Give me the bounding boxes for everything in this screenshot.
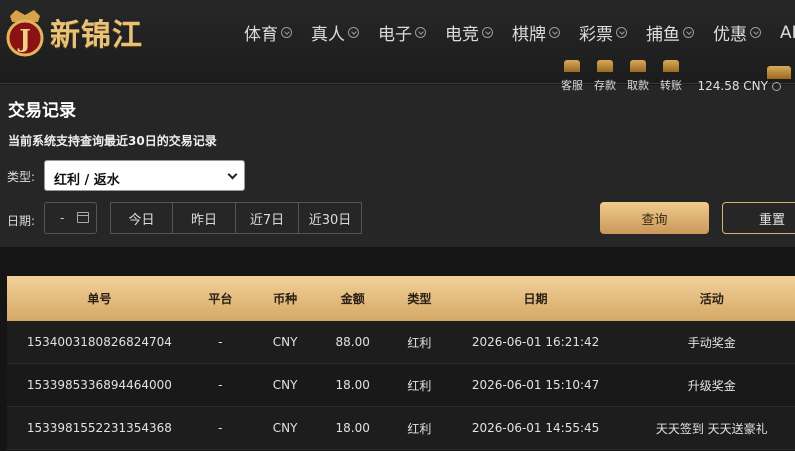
page-subtitle: 当前系统支持查询最近30日的交易记录 [8, 134, 217, 148]
range-today-button[interactable]: 今日 [110, 202, 173, 234]
cell-platform: - [218, 378, 223, 392]
quick-label: 转账 [660, 79, 682, 92]
balance-bar-icon [767, 66, 791, 79]
table-body: 1534003180826824704 - CNY 88.00 红利 2026-… [7, 321, 795, 450]
column-header: 类型 [407, 292, 432, 306]
quick-actions: 客服 存款 取款 转账 124.58 CNY [556, 60, 795, 93]
wallet-icon [597, 60, 613, 72]
cell-platform: - [218, 335, 223, 349]
cell-currency: CNY [272, 421, 298, 435]
chevron-down-icon [683, 27, 694, 38]
menu-label: 电子 [378, 25, 412, 45]
logo-badge-icon: J [2, 6, 48, 58]
range-yesterday-button[interactable]: 昨日 [173, 202, 236, 234]
type-select[interactable]: 红利 / 返水 [44, 160, 245, 191]
brand-logo[interactable]: J 新锦江 [2, 4, 143, 60]
cell-date: 2026-06-01 15:10:47 [471, 378, 600, 392]
refresh-balance-icon[interactable] [772, 81, 781, 91]
cell-platform: - [218, 421, 223, 435]
cell-activity: 手动奖金 [687, 335, 736, 350]
cell-order-id: 1533985336894464000 [26, 378, 172, 392]
menu-label: 优惠 [713, 25, 747, 45]
column-header: 平台 [208, 292, 233, 306]
type-select-value: 红利 / 返水 [54, 173, 120, 188]
cell-type: 红利 [407, 335, 432, 350]
table-row: 1533985336894464000 - CNY 18.00 红利 2026-… [7, 364, 795, 407]
balance-display: 124.58 CNY [697, 79, 781, 93]
card-icon [630, 60, 646, 72]
column-header: 金额 [340, 292, 365, 306]
menu-label: 捕鱼 [646, 25, 680, 45]
main-menu: 体育 真人 电子 电竞 棋牌 彩票 捕鱼 优惠 APP [244, 20, 795, 46]
date-label: 日期: [7, 214, 36, 228]
menu-label: APP [780, 22, 795, 43]
menu-label: 真人 [311, 25, 345, 45]
menu-item-fishing[interactable]: 捕鱼 [646, 20, 694, 45]
column-header: 币种 [273, 292, 298, 306]
chevron-down-icon [549, 27, 560, 38]
cell-date: 2026-06-01 16:21:42 [471, 335, 600, 349]
menu-item-slots[interactable]: 电子 [378, 20, 426, 45]
page-title: 交易记录 [8, 101, 76, 121]
cell-activity: 升级奖金 [687, 378, 736, 393]
cell-currency: CNY [272, 378, 298, 392]
menu-item-promotions[interactable]: 优惠 [713, 20, 761, 45]
range-7days-button[interactable]: 近7日 [236, 202, 299, 234]
chevron-down-icon [750, 27, 761, 38]
menu-item-esports[interactable]: 电竞 [445, 20, 493, 45]
table-row: 1534003180826824704 - CNY 88.00 红利 2026-… [7, 321, 795, 364]
reset-button[interactable]: 重置 [722, 202, 795, 234]
brand-name: 新锦江 [50, 18, 143, 53]
quick-label: 取款 [627, 79, 649, 92]
date-value: - [60, 211, 65, 225]
menu-item-live[interactable]: 真人 [311, 20, 359, 45]
date-range-input[interactable]: - [44, 202, 97, 234]
menu-label: 电竞 [445, 25, 479, 45]
cell-amount: 88.00 [335, 335, 370, 349]
cell-date: 2026-06-01 14:55:45 [471, 421, 600, 435]
transactions-table: 单号 平台 币种 金额 类型 日期 活动 1534003180826824704… [7, 276, 795, 450]
column-header: 日期 [523, 292, 548, 306]
deposit-button[interactable]: 存款 [589, 60, 622, 93]
cell-amount: 18.00 [335, 421, 370, 435]
cell-order-id: 1534003180826824704 [26, 335, 172, 349]
customer-service-button[interactable]: 客服 [556, 60, 589, 93]
transfer-button[interactable]: 转账 [655, 60, 688, 93]
menu-item-sports[interactable]: 体育 [244, 20, 292, 45]
cell-type: 红利 [407, 378, 432, 393]
calendar-icon [77, 212, 89, 223]
type-label: 类型: [7, 170, 36, 184]
svg-text:J: J [17, 24, 30, 53]
menu-item-app[interactable]: APP [780, 20, 795, 45]
table-header: 单号 平台 币种 金额 类型 日期 活动 [7, 276, 795, 321]
chevron-down-icon [616, 27, 627, 38]
chevron-down-icon [415, 27, 426, 38]
balance-value: 124.58 CNY [697, 79, 769, 93]
transfer-icon [663, 60, 679, 72]
chevron-down-icon [482, 27, 493, 38]
range-30days-button[interactable]: 近30日 [299, 202, 362, 234]
chevron-down-icon [348, 27, 359, 38]
column-header: 单号 [87, 292, 112, 306]
menu-label: 棋牌 [512, 25, 546, 45]
query-button[interactable]: 查询 [600, 202, 709, 234]
menu-item-cards[interactable]: 棋牌 [512, 20, 560, 45]
quick-label: 存款 [594, 79, 616, 92]
menu-label: 彩票 [579, 25, 613, 45]
quick-label: 客服 [561, 79, 583, 92]
withdraw-button[interactable]: 取款 [622, 60, 655, 93]
headset-icon [564, 60, 580, 72]
menu-item-lottery[interactable]: 彩票 [579, 20, 627, 45]
cell-type: 红利 [407, 421, 432, 436]
date-range-buttons: 今日 昨日 近7日 近30日 [110, 202, 362, 234]
menu-label: 体育 [244, 25, 278, 45]
chevron-down-icon [227, 169, 238, 180]
column-header: 活动 [699, 292, 724, 306]
chevron-down-icon [281, 27, 292, 38]
table-row: 1533981552231354368 - CNY 18.00 红利 2026-… [7, 407, 795, 450]
cell-amount: 18.00 [335, 378, 370, 392]
cell-currency: CNY [272, 335, 298, 349]
cell-order-id: 1533981552231354368 [26, 421, 172, 435]
cell-activity: 天天签到 天天送豪礼 [655, 421, 768, 436]
